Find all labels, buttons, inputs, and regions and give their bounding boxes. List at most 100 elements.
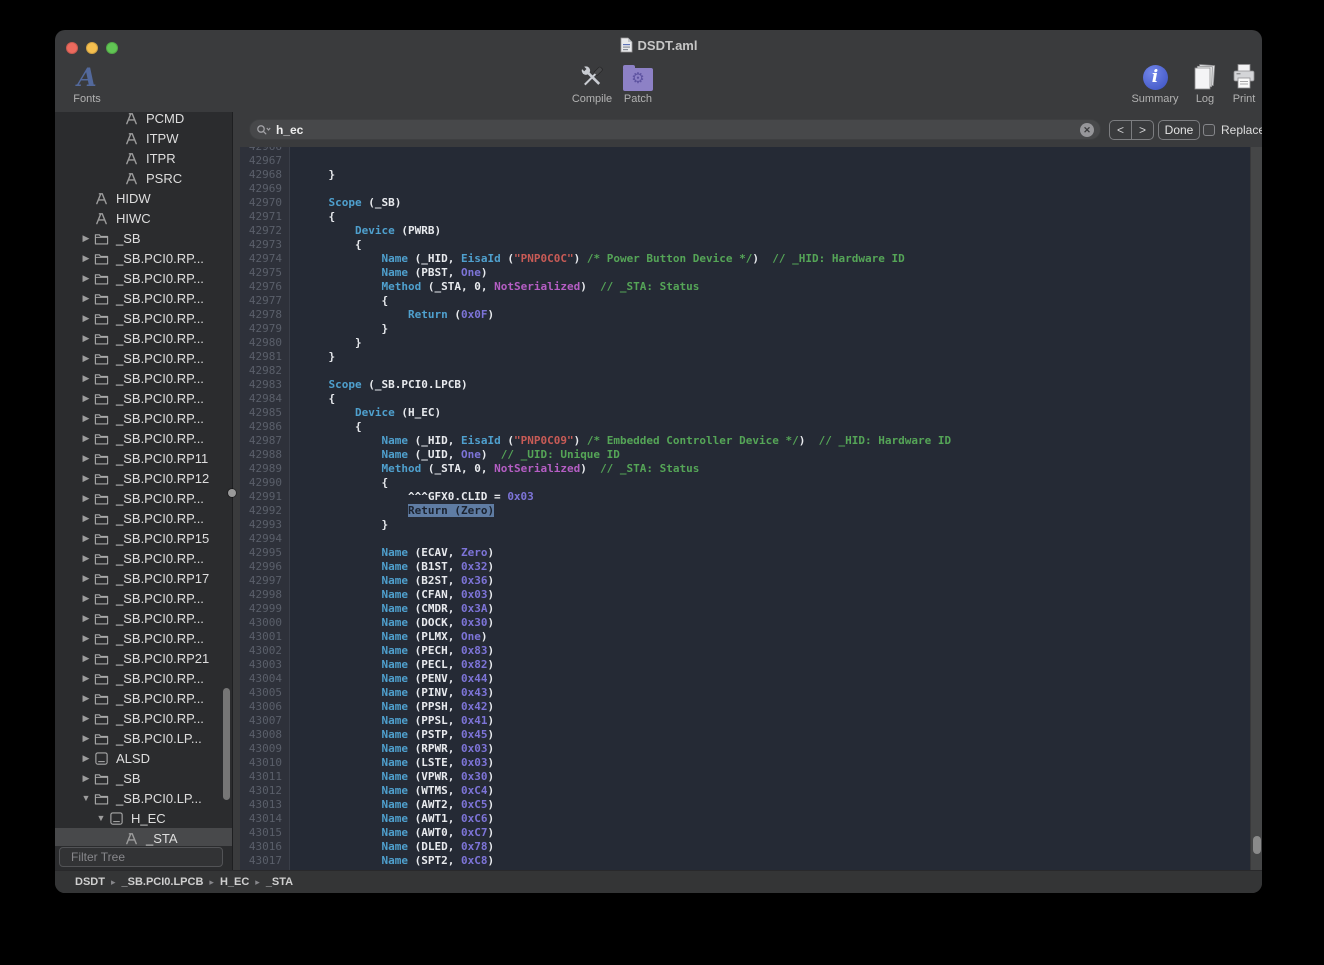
disclosure-triangle[interactable]: ▶ bbox=[79, 613, 93, 624]
code-line: { bbox=[302, 238, 1250, 252]
disclosure-triangle[interactable]: ▶ bbox=[79, 753, 93, 764]
find-next-button[interactable]: > bbox=[1132, 121, 1153, 139]
disclosure-triangle[interactable]: ▶ bbox=[79, 553, 93, 564]
tree-item[interactable]: ▶_SB.PCI0.RP... bbox=[55, 288, 232, 308]
disclosure-triangle[interactable]: ▶ bbox=[79, 233, 93, 244]
disclosure-triangle[interactable]: ▶ bbox=[79, 533, 93, 544]
patch-button[interactable]: ⚙ Patch bbox=[618, 62, 658, 105]
tree-item[interactable]: ▶_SB.PCI0.RP... bbox=[55, 268, 232, 288]
tree-item[interactable]: ▼H_EC bbox=[55, 808, 232, 828]
tree-item[interactable]: ▶_SB.PCI0.RP... bbox=[55, 548, 232, 568]
done-button[interactable]: Done bbox=[1158, 120, 1200, 140]
breadcrumb-item[interactable]: H_EC bbox=[220, 876, 249, 888]
filter-tree-field[interactable] bbox=[59, 847, 223, 867]
tree-item[interactable]: ▶_SB.PCI0.RP... bbox=[55, 368, 232, 388]
disclosure-triangle[interactable]: ▼ bbox=[94, 813, 108, 823]
tree-item[interactable]: ▶_SB.PCI0.RP17 bbox=[55, 568, 232, 588]
disclosure-triangle[interactable]: ▶ bbox=[79, 273, 93, 284]
disclosure-triangle[interactable]: ▶ bbox=[79, 493, 93, 504]
tree-item[interactable]: ▶_SB.PCI0.RP... bbox=[55, 508, 232, 528]
clear-icon[interactable]: ✕ bbox=[1080, 123, 1094, 137]
disclosure-triangle[interactable]: ▶ bbox=[79, 673, 93, 684]
log-button[interactable]: Log bbox=[1185, 62, 1225, 105]
disclosure-triangle[interactable]: ▶ bbox=[79, 393, 93, 404]
tree-item[interactable]: ▶_SB.PCI0.RP15 bbox=[55, 528, 232, 548]
tree-item[interactable]: ▶_SB.PCI0.RP... bbox=[55, 668, 232, 688]
find-previous-button[interactable]: < bbox=[1110, 121, 1132, 139]
tree-item[interactable]: ▶_SB.PCI0.RP... bbox=[55, 428, 232, 448]
print-button[interactable]: Print bbox=[1223, 62, 1262, 105]
tree-item[interactable]: ▶_SB.PCI0.RP... bbox=[55, 708, 232, 728]
code-area[interactable]: } Scope (_SB) { Device (PWRB) { Name (_H… bbox=[291, 147, 1250, 870]
tree-item[interactable]: ▶_SB.PCI0.RP... bbox=[55, 388, 232, 408]
disclosure-triangle[interactable]: ▼ bbox=[79, 793, 93, 803]
find-input[interactable] bbox=[274, 122, 1077, 138]
tree-item[interactable]: ▶_SB.PCI0.RP... bbox=[55, 248, 232, 268]
code-line: Name (DLED, 0x78) bbox=[302, 840, 1250, 854]
tree-item[interactable]: ▶_SB.PCI0.RP... bbox=[55, 328, 232, 348]
compile-button[interactable]: Compile bbox=[566, 62, 618, 105]
filter-tree-input[interactable] bbox=[69, 849, 228, 865]
disclosure-triangle[interactable]: ▶ bbox=[79, 473, 93, 484]
disclosure-triangle[interactable]: ▶ bbox=[79, 713, 93, 724]
disclosure-triangle[interactable]: ▶ bbox=[79, 513, 93, 524]
tree-item[interactable]: HIWC bbox=[55, 208, 232, 228]
editor-scrollbar-thumb[interactable] bbox=[1253, 836, 1261, 854]
line-number: 42988 bbox=[240, 448, 282, 462]
tree-item[interactable]: _STA bbox=[55, 828, 232, 846]
replace-checkbox[interactable] bbox=[1203, 124, 1215, 136]
disclosure-triangle[interactable]: ▶ bbox=[79, 453, 93, 464]
editor-scrollbar[interactable] bbox=[1250, 147, 1262, 870]
tree-item[interactable]: ▶_SB.PCI0.LP... bbox=[55, 728, 232, 748]
tree-item[interactable]: ▼_SB.PCI0.LP... bbox=[55, 788, 232, 808]
tree-item[interactable]: ▶_SB.PCI0.RP... bbox=[55, 588, 232, 608]
disclosure-triangle[interactable]: ▶ bbox=[79, 413, 93, 424]
code-line: } bbox=[302, 518, 1250, 532]
disclosure-triangle[interactable]: ▶ bbox=[79, 633, 93, 644]
folder-icon bbox=[93, 330, 109, 346]
breadcrumb-item[interactable]: _STA bbox=[266, 876, 293, 888]
disclosure-triangle[interactable]: ▶ bbox=[79, 333, 93, 344]
disclosure-triangle[interactable]: ▶ bbox=[79, 433, 93, 444]
tree-item[interactable]: ▶_SB.PCI0.RP... bbox=[55, 408, 232, 428]
breadcrumb-item[interactable]: _SB.PCI0.LPCB bbox=[121, 876, 203, 888]
tree-item[interactable]: ▶_SB bbox=[55, 228, 232, 248]
disclosure-triangle[interactable]: ▶ bbox=[79, 593, 93, 604]
tree-item[interactable]: ▶_SB.PCI0.RP... bbox=[55, 348, 232, 368]
tree-item[interactable]: ▶_SB.PCI0.RP21 bbox=[55, 648, 232, 668]
tree-item[interactable]: ▶_SB.PCI0.RP... bbox=[55, 308, 232, 328]
tree-item[interactable]: ▶_SB.PCI0.RP11 bbox=[55, 448, 232, 468]
tree-item[interactable]: ▶_SB.PCI0.RP... bbox=[55, 688, 232, 708]
split-handle[interactable] bbox=[228, 489, 236, 497]
tree-item[interactable]: ▶_SB.PCI0.RP... bbox=[55, 488, 232, 508]
breadcrumb-item[interactable]: DSDT bbox=[75, 876, 105, 888]
code-editor[interactable]: 4296642967429684296942970429714297242973… bbox=[240, 147, 1250, 870]
tree-item[interactable]: ▶_SB.PCI0.RP... bbox=[55, 608, 232, 628]
fonts-button[interactable]: A Fonts bbox=[63, 62, 111, 105]
find-field[interactable]: ✕ bbox=[249, 119, 1101, 140]
search-icon[interactable] bbox=[256, 124, 271, 136]
disclosure-triangle[interactable]: ▶ bbox=[79, 313, 93, 324]
tree-item[interactable]: ▶_SB.PCI0.RP... bbox=[55, 628, 232, 648]
tree-item[interactable]: PSRC bbox=[55, 168, 232, 188]
tree-item[interactable]: ITPR bbox=[55, 148, 232, 168]
line-number: 43010 bbox=[240, 756, 282, 770]
disclosure-triangle[interactable]: ▶ bbox=[79, 373, 93, 384]
disclosure-triangle[interactable]: ▶ bbox=[79, 773, 93, 784]
line-number: 42997 bbox=[240, 574, 282, 588]
tree-item[interactable]: HIDW bbox=[55, 188, 232, 208]
tree-item[interactable]: ▶ALSD bbox=[55, 748, 232, 768]
tree-item[interactable]: ▶_SB.PCI0.RP12 bbox=[55, 468, 232, 488]
disclosure-triangle[interactable]: ▶ bbox=[79, 353, 93, 364]
disclosure-triangle[interactable]: ▶ bbox=[79, 253, 93, 264]
tree-item[interactable]: ▶_SB bbox=[55, 768, 232, 788]
disclosure-triangle[interactable]: ▶ bbox=[79, 653, 93, 664]
summary-button[interactable]: i Summary bbox=[1125, 62, 1185, 105]
disclosure-triangle[interactable]: ▶ bbox=[79, 573, 93, 584]
tree-item[interactable]: PCMD bbox=[55, 112, 232, 128]
sidebar-scrollbar[interactable] bbox=[223, 688, 230, 800]
tree-item[interactable]: ITPW bbox=[55, 128, 232, 148]
disclosure-triangle[interactable]: ▶ bbox=[79, 293, 93, 304]
disclosure-triangle[interactable]: ▶ bbox=[79, 733, 93, 744]
disclosure-triangle[interactable]: ▶ bbox=[79, 693, 93, 704]
